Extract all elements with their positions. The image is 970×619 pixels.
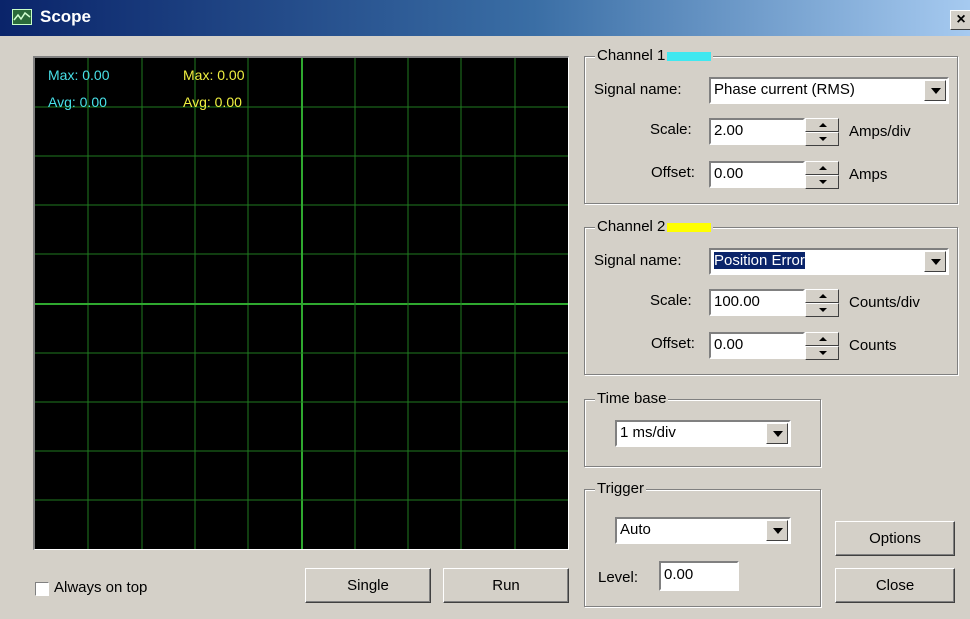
channel2-signal-dropdown-arrow-icon[interactable] — [924, 251, 946, 272]
spin-down-icon[interactable] — [805, 346, 839, 360]
ch1-max: Max: 0.00 — [48, 67, 110, 83]
channel1-group: Channel 1 Signal name: Phase current (RM… — [584, 47, 958, 204]
single-button[interactable]: Single — [305, 568, 431, 603]
channel2-signal-value: Position Error — [714, 252, 805, 269]
channel2-signal-label: Signal name: — [594, 252, 682, 269]
channel1-signal-select[interactable]: Phase current (RMS) — [709, 77, 949, 104]
scope-window: Scope × Max: 0.00 Avg: 0.00 Max: 0.00 Av… — [0, 0, 970, 619]
channel1-offset-unit: Amps — [849, 166, 888, 183]
trigger-level-label: Level: — [598, 569, 639, 586]
spin-up-icon[interactable] — [805, 118, 839, 132]
channel1-signal-dropdown-arrow-icon[interactable] — [924, 80, 946, 101]
always-on-top-checkbox[interactable] — [35, 582, 49, 596]
channel1-scale-unit: Amps/div — [849, 123, 911, 140]
always-on-top-label: Always on top — [54, 579, 148, 596]
title-bar[interactable]: Scope × — [0, 0, 970, 36]
scope-icon-graphic — [13, 11, 31, 21]
channel1-offset-label: Offset: — [651, 164, 695, 181]
trigger-mode-value: Auto — [620, 521, 651, 538]
channel2-title: Channel 2 — [597, 218, 666, 235]
channel1-scale-label: Scale: — [650, 121, 692, 138]
window-title: Scope — [40, 7, 92, 26]
spin-down-icon[interactable] — [805, 132, 839, 146]
close-icon[interactable]: × — [950, 10, 970, 30]
ch2-avg: Avg: 0.00 — [183, 94, 242, 110]
channel2-offset-unit: Counts — [849, 337, 897, 354]
channel1-signal-value: Phase current (RMS) — [714, 81, 855, 98]
channel1-legend: Channel 1 — [595, 47, 714, 64]
spin-up-icon[interactable] — [805, 332, 839, 346]
channel2-offset-input[interactable]: 0.00 — [709, 332, 805, 359]
timebase-group: Time base 1 ms/div — [584, 390, 821, 467]
channel1-offset-spinner[interactable] — [805, 161, 839, 189]
spin-up-icon[interactable] — [805, 161, 839, 175]
ch2-max: Max: 0.00 — [183, 67, 245, 83]
timebase-select[interactable]: 1 ms/div — [615, 420, 791, 447]
ch1-avg: Avg: 0.00 — [48, 94, 107, 110]
channel2-legend: Channel 2 — [595, 218, 714, 235]
channel2-offset-spinner[interactable] — [805, 332, 839, 360]
channel2-offset-label: Offset: — [651, 335, 695, 352]
trigger-mode-select[interactable]: Auto — [615, 517, 791, 544]
channel1-color-swatch — [667, 51, 712, 61]
channel1-scale-spinner[interactable] — [805, 118, 839, 146]
timebase-dropdown-arrow-icon[interactable] — [766, 423, 788, 444]
spin-down-icon[interactable] — [805, 175, 839, 189]
trigger-title: Trigger — [595, 480, 646, 497]
timebase-value: 1 ms/div — [620, 424, 676, 441]
channel2-color-swatch — [667, 222, 712, 232]
channel2-signal-select[interactable]: Position Error — [709, 248, 949, 275]
channel1-title: Channel 1 — [597, 47, 666, 64]
channel2-scale-spinner[interactable] — [805, 289, 839, 317]
channel2-scale-input[interactable]: 100.00 — [709, 289, 805, 316]
channel1-scale-input[interactable]: 2.00 — [709, 118, 805, 145]
channel2-scale-label: Scale: — [650, 292, 692, 309]
options-button[interactable]: Options — [835, 521, 955, 556]
scope-grid — [35, 58, 568, 549]
spin-up-icon[interactable] — [805, 289, 839, 303]
trigger-group: Trigger Auto Level: 0.00 — [584, 480, 821, 607]
trigger-level-input[interactable]: 0.00 — [659, 561, 739, 591]
channel1-signal-label: Signal name: — [594, 81, 682, 98]
trigger-mode-dropdown-arrow-icon[interactable] — [766, 520, 788, 541]
channel2-group: Channel 2 Signal name: Position Error Sc… — [584, 218, 958, 375]
close-button[interactable]: Close — [835, 568, 955, 603]
scope-icon — [12, 9, 32, 25]
scope-display: Max: 0.00 Avg: 0.00 Max: 0.00 Avg: 0.00 — [33, 56, 569, 550]
run-button[interactable]: Run — [443, 568, 569, 603]
spin-down-icon[interactable] — [805, 303, 839, 317]
timebase-title: Time base — [595, 390, 669, 407]
channel2-scale-unit: Counts/div — [849, 294, 920, 311]
channel1-offset-input[interactable]: 0.00 — [709, 161, 805, 188]
